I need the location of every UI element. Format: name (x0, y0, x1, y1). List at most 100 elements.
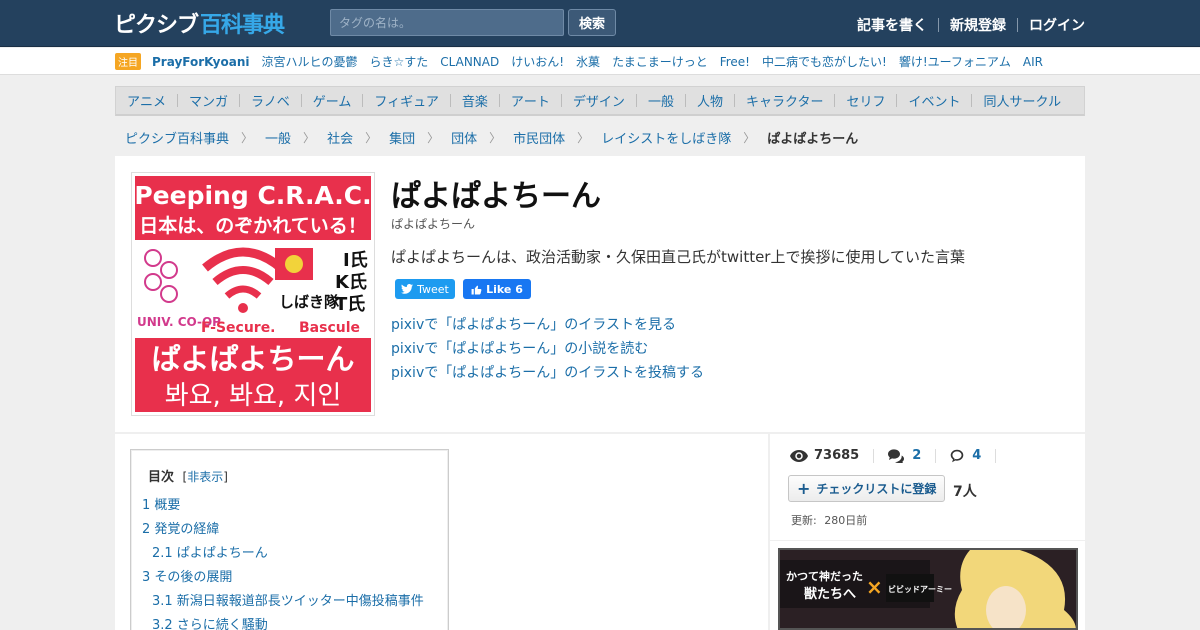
divider (239, 94, 241, 107)
category-link[interactable]: ラノベ (251, 91, 290, 110)
trending-tag-link[interactable]: たまこまーけっと (612, 53, 708, 70)
category-link[interactable]: 一般 (648, 91, 674, 110)
trending-tag-link[interactable]: 中二病でも恋がしたい! (762, 53, 887, 70)
category-link[interactable]: デザイン (573, 91, 625, 110)
trending-tag-link[interactable]: PrayForKyoani (152, 55, 250, 69)
trending-tag-link[interactable]: らき☆すた (370, 53, 429, 70)
updated-value: 280日前 (824, 514, 868, 527)
toc-item[interactable]: 2.1 ぱよぱよちーん (152, 542, 268, 561)
breadcrumb-link[interactable]: 社会 (327, 128, 353, 147)
divider (635, 94, 637, 107)
category-link[interactable]: 同人サークル (983, 91, 1061, 110)
category-link[interactable]: セリフ (846, 91, 885, 110)
trending-tag-link[interactable]: 響け!ユーフォニアム (899, 53, 1011, 70)
article-summary: ぱよぱよちーんは、政治活動家・久保田直己氏がtwitter上で挨拶に使用していた… (391, 248, 966, 266)
divider (935, 448, 937, 463)
ad-text-2: 獣たちへ (804, 586, 856, 602)
trending-bar: 注目 PrayForKyoani 涼宮ハルヒの憂鬱 らき☆すた CLANNAD けいおん… (0, 48, 1200, 75)
checklist-count: 7人 (953, 484, 977, 500)
divider (995, 448, 997, 463)
divider (177, 94, 179, 107)
breadcrumb-link[interactable]: 集団 (389, 128, 415, 147)
like-button[interactable]: Like 6 (463, 279, 531, 299)
divider (733, 94, 735, 107)
thumb-big-text: ぱよぱよちーん (151, 342, 354, 376)
comment-icon (888, 448, 905, 463)
trending-tag-link[interactable]: CLANNAD (440, 55, 499, 69)
breadcrumb-link[interactable]: 一般 (265, 128, 291, 147)
table-of-contents: 目次 [非表示] 1 概要 2 発覚の経緯 2.1 ぱよぱよちーん 3 その後の… (130, 449, 449, 630)
divider (938, 18, 939, 32)
top-header: ピクシブ百科事典 検索 記事を書く 新規登録 ログイン (0, 0, 1200, 47)
search-input[interactable] (330, 9, 564, 36)
toc-item[interactable]: 2 発覚の経緯 (142, 518, 219, 537)
divider (362, 94, 364, 107)
divider (498, 94, 500, 107)
divider (560, 94, 562, 107)
thumb-right-1: I氏 (343, 250, 368, 271)
write-article-link[interactable]: 記事を書く (857, 15, 927, 35)
login-link[interactable]: ログイン (1029, 15, 1085, 35)
breadcrumb-link[interactable]: ピクシブ百科事典 (125, 128, 229, 147)
category-link[interactable]: ゲーム (313, 91, 352, 110)
trending-tag-link[interactable]: 涼宮ハルヒの憂鬱 (262, 53, 358, 70)
breadcrumb-link[interactable]: 市民団体 (513, 128, 565, 147)
category-link[interactable]: フィギュア (374, 91, 438, 110)
breadcrumb-chevron-icon: 〉 (241, 131, 254, 145)
read-novel-link[interactable]: pixivで「ぱよぱよちーん」の小説を読む (391, 338, 648, 358)
page-title: ぱよぱよちーん (391, 179, 601, 214)
title-reading: ぱよぱよちーん (391, 217, 476, 231)
category-nav: アニメ マンガ ラノベ ゲーム フィギュア 音楽 アート デザイン 一般 人物 キャラクター セリフ イ… (115, 86, 1085, 116)
view-illust-link[interactable]: pixivで「ぱよぱよちーん」のイラストを見る (391, 314, 676, 334)
toc-item[interactable]: 3 その後の展開 (142, 566, 232, 585)
article-thumbnail[interactable]: Peeping C.R.A.C. 日本は、のぞかれている！ UNIV. CO-O… (131, 172, 375, 416)
category-link[interactable]: アート (511, 91, 550, 110)
checklist-button[interactable]: + チェックリストに登録 (788, 475, 945, 502)
toc-item[interactable]: 3.1 新潟日報報道部長ツイッター中傷投稿事件 (152, 590, 424, 609)
article-stats: 73685 2 4 (790, 448, 1010, 463)
trending-tag-link[interactable]: 氷菓 (576, 53, 600, 70)
comment-count[interactable]: 2 (912, 448, 921, 463)
thumb-line1: Peeping C.R.A.C. (135, 181, 371, 210)
trending-tag-link[interactable]: AIR (1023, 55, 1043, 69)
breadcrumb-chevron-icon: 〉 (743, 131, 756, 145)
post-illust-link[interactable]: pixivで「ぱよぱよちーん」のイラストを投稿する (391, 362, 704, 382)
tweet-button[interactable]: Tweet (395, 279, 455, 299)
ad-text-1: かつて神だった (786, 569, 863, 583)
breadcrumb-link[interactable]: レイシストをしばき隊 (601, 128, 731, 147)
toc-hide-toggle[interactable]: 非表示 (187, 470, 223, 484)
category-link[interactable]: キャラクター (746, 91, 823, 110)
thumbs-up-icon (471, 285, 482, 294)
thumb-right-2: K氏 (335, 272, 367, 293)
category-link[interactable]: マンガ (189, 91, 228, 110)
category-link[interactable]: 人物 (697, 91, 723, 110)
view-count: 73685 (814, 448, 860, 463)
trending-tag-link[interactable]: Free! (720, 55, 750, 69)
checklist-label: チェックリストに登録 (816, 482, 937, 496)
category-link[interactable]: アニメ (127, 91, 166, 110)
breadcrumb-link[interactable]: 団体 (451, 128, 477, 147)
thumb-shibaki: しばき隊 (279, 293, 340, 311)
ad-banner[interactable]: かつて神だった 獣たちへ × ビビッドアーミー (778, 548, 1078, 630)
toc-title: 目次 (148, 470, 175, 485)
updated-label: 更新: (791, 514, 817, 527)
logo-text-pixiv: ピクシブ (114, 13, 199, 38)
category-link[interactable]: イベント (908, 91, 960, 110)
trending-badge: 注目 (115, 53, 141, 70)
site-logo[interactable]: ピクシブ 百科事典 (114, 8, 285, 38)
toc-item[interactable]: 3.2 さらに続く騒動 (152, 614, 268, 630)
search-button[interactable]: 検索 (568, 9, 616, 36)
breadcrumb-chevron-icon: 〉 (303, 131, 316, 145)
breadcrumb-current: ぱよぱよちーん (767, 132, 859, 147)
breadcrumb-chevron-icon: 〉 (365, 131, 378, 145)
category-link[interactable]: 音楽 (462, 91, 488, 110)
signup-link[interactable]: 新規登録 (950, 15, 1006, 35)
divider (449, 94, 451, 107)
toc-item[interactable]: 1 概要 (142, 494, 180, 513)
eye-icon (790, 449, 808, 462)
breadcrumb: ピクシブ百科事典〉一般〉社会〉集団〉団体〉市民団体〉レイシストをしばき隊〉ぱよぱ… (125, 128, 858, 147)
trending-tag-link[interactable]: けいおん! (511, 53, 564, 70)
bbs-count[interactable]: 4 (972, 448, 981, 463)
trending-list: 注目 PrayForKyoani 涼宮ハルヒの憂鬱 らき☆すた CLANNAD けいおん… (115, 53, 1055, 70)
updated-info: 更新: 280日前 (791, 512, 867, 528)
